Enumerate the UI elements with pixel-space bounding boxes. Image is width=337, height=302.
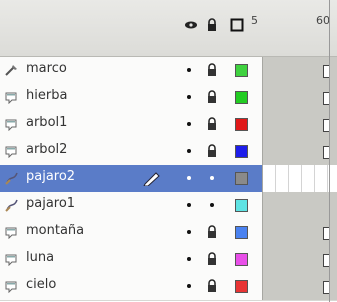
outline-color-swatch[interactable]	[235, 253, 248, 266]
visibility-toggle[interactable]	[187, 95, 191, 99]
layer-name[interactable]: marco	[26, 61, 67, 76]
layer-icon	[4, 252, 20, 267]
lock-icon[interactable]	[205, 18, 219, 32]
layer-icon	[4, 225, 20, 240]
layer-row[interactable]: pajaro1	[0, 192, 337, 220]
lock-icon[interactable]	[206, 252, 218, 266]
timeline-frames[interactable]	[262, 246, 337, 273]
layer-name[interactable]: luna	[26, 250, 54, 265]
layer-name[interactable]: arbol2	[26, 142, 67, 157]
frame-number-60: 60	[316, 14, 330, 27]
outline-color-swatch[interactable]	[235, 280, 248, 293]
layer-icon	[4, 279, 20, 294]
layer-row[interactable]: montaña	[0, 219, 337, 247]
timeline-frames[interactable]	[262, 57, 337, 84]
frame-number-5: 5	[251, 14, 258, 27]
visibility-toggle[interactable]	[187, 68, 191, 72]
lock-toggle[interactable]	[210, 176, 214, 180]
lock-icon[interactable]	[206, 279, 218, 293]
lock-icon[interactable]	[206, 117, 218, 131]
visibility-toggle[interactable]	[187, 203, 191, 207]
motion-guide-icon	[4, 198, 20, 212]
timeline-frames[interactable]	[262, 84, 337, 111]
playhead-line	[329, 0, 330, 302]
timeline-frames[interactable]	[262, 192, 337, 219]
layer-row[interactable]: marco	[0, 57, 337, 85]
visibility-toggle[interactable]	[187, 230, 191, 234]
lock-icon[interactable]	[206, 225, 218, 239]
lock-icon[interactable]	[206, 63, 218, 77]
layer-row[interactable]: hierba	[0, 84, 337, 112]
layer-name[interactable]: pajaro2	[26, 169, 75, 184]
visibility-toggle[interactable]	[187, 176, 191, 180]
layer-row[interactable]: luna	[0, 246, 337, 274]
lock-icon[interactable]	[206, 90, 218, 104]
visibility-toggle[interactable]	[187, 284, 191, 288]
lock-toggle[interactable]	[210, 203, 214, 207]
pencil-icon	[142, 170, 162, 187]
outline-color-swatch[interactable]	[235, 226, 248, 239]
outline-color-swatch[interactable]	[235, 64, 248, 77]
visibility-toggle[interactable]	[187, 122, 191, 126]
outline-color-swatch[interactable]	[235, 118, 248, 131]
layer-name[interactable]: arbol1	[26, 115, 67, 130]
layer-icon	[4, 144, 20, 159]
guide-layer-icon	[4, 63, 20, 77]
layer-row[interactable]: arbol1	[0, 111, 337, 139]
layer-icon	[4, 117, 20, 132]
timeline-frames[interactable]	[262, 165, 337, 192]
timeline-frames[interactable]	[262, 111, 337, 138]
eye-icon[interactable]	[184, 18, 198, 32]
outline-color-swatch[interactable]	[235, 91, 248, 104]
outline-color-swatch[interactable]	[235, 172, 248, 185]
timeline-header: 5 60	[0, 0, 337, 57]
layer-row[interactable]: pajaro2	[0, 165, 337, 193]
layer-name[interactable]: montaña	[26, 223, 84, 238]
timeline-frames[interactable]	[262, 138, 337, 165]
visibility-toggle[interactable]	[187, 149, 191, 153]
visibility-toggle[interactable]	[187, 257, 191, 261]
layer-name[interactable]: cielo	[26, 277, 56, 292]
layer-icon	[4, 90, 20, 105]
layer-row[interactable]: cielo	[0, 273, 337, 301]
outline-color-swatch[interactable]	[235, 199, 248, 212]
layer-name[interactable]: hierba	[26, 88, 67, 103]
layer-name[interactable]: pajaro1	[26, 196, 75, 211]
motion-guide-icon	[4, 171, 20, 185]
layer-row[interactable]: arbol2	[0, 138, 337, 166]
timeline-frames[interactable]	[262, 219, 337, 246]
lock-icon[interactable]	[206, 144, 218, 158]
outline-icon[interactable]	[230, 18, 244, 32]
timeline-frames[interactable]	[262, 273, 337, 300]
timeline-layers-panel: 5 60 marco hierba arbol1 arbol2 pajaro2 pajar…	[0, 0, 337, 302]
outline-color-swatch[interactable]	[235, 145, 248, 158]
